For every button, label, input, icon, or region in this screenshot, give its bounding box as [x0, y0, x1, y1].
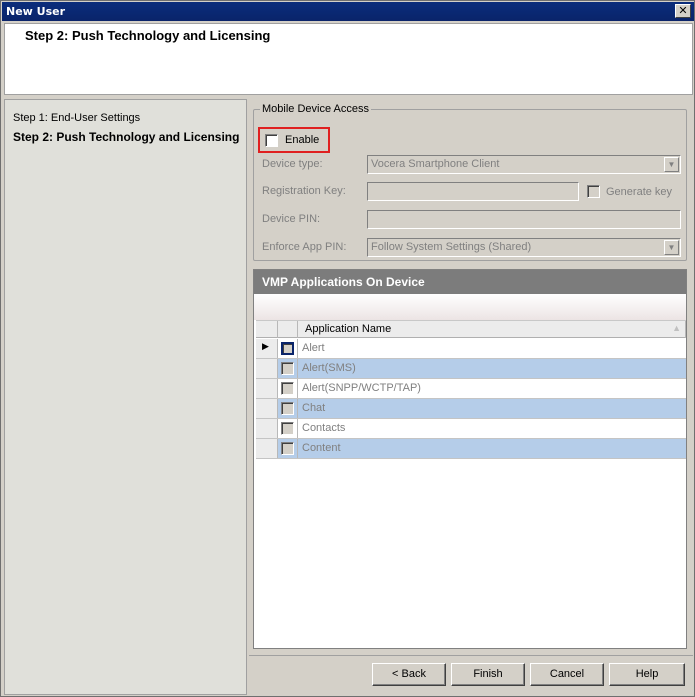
button-bar: < Back Finish Cancel Help — [249, 655, 693, 695]
row-checkbox[interactable] — [281, 342, 294, 355]
grid-header: Application Name ▲ — [256, 320, 686, 338]
title-bar: New User ✕ — [2, 2, 694, 21]
enforce-pin-value: Follow System Settings (Shared) — [371, 241, 532, 253]
grid-band — [254, 294, 686, 320]
application-name: Alert — [302, 342, 325, 354]
grid-caption: VMP Applications On Device — [254, 270, 686, 294]
new-user-dialog: New User ✕ Step 2: Push Technology and L… — [0, 0, 695, 697]
mobile-device-access-group: Mobile Device Access Enable Device type:… — [253, 103, 687, 261]
table-row[interactable]: Alert(SMS) — [256, 359, 686, 379]
table-row[interactable]: Content — [256, 439, 686, 459]
registration-key-input[interactable] — [367, 182, 579, 201]
row-checkbox-cell[interactable] — [278, 359, 298, 378]
row-checkbox[interactable] — [281, 362, 294, 375]
cancel-button[interactable]: Cancel — [530, 663, 604, 686]
back-button[interactable]: < Back — [372, 663, 446, 686]
row-checkbox-cell[interactable] — [278, 399, 298, 418]
header-panel: Step 2: Push Technology and Licensing — [4, 23, 693, 95]
device-type-value: Vocera Smartphone Client — [371, 158, 500, 170]
row-selector-header — [256, 321, 278, 338]
enforce-pin-label: Enforce App PIN: — [262, 241, 347, 253]
row-selector[interactable] — [256, 379, 278, 398]
window-title: New User — [6, 5, 66, 18]
row-checkbox[interactable] — [281, 422, 294, 435]
table-row[interactable]: Alert(SNPP/WCTP/TAP) — [256, 379, 686, 399]
application-name: Contacts — [302, 422, 346, 434]
enable-checkbox[interactable] — [265, 134, 278, 147]
row-checkbox-cell[interactable] — [278, 339, 298, 358]
row-selector[interactable]: ▶ — [256, 339, 278, 358]
step-end-user-settings[interactable]: Step 1: End-User Settings — [13, 112, 140, 124]
application-name: Alert(SMS) — [298, 359, 686, 378]
row-selector[interactable] — [256, 439, 278, 458]
chevron-down-icon[interactable]: ▼ — [664, 157, 679, 172]
help-button[interactable]: Help — [609, 663, 685, 686]
row-checkbox[interactable] — [281, 402, 294, 415]
steps-panel: Step 1: End-User Settings Step 2: Push T… — [4, 99, 247, 695]
column-header-label: Application Name — [305, 323, 392, 335]
row-checkbox-cell[interactable] — [278, 419, 298, 438]
content-area: Mobile Device Access Enable Device type:… — [249, 99, 693, 695]
application-name: Chat — [298, 399, 686, 418]
device-pin-input[interactable] — [367, 210, 681, 229]
step-push-technology[interactable]: Step 2: Push Technology and Licensing — [13, 130, 239, 144]
close-button[interactable]: ✕ — [675, 4, 691, 18]
generate-key-label: Generate key — [606, 186, 673, 198]
row-checkbox[interactable] — [281, 382, 294, 395]
enable-label[interactable]: Enable — [285, 134, 319, 146]
row-checkbox-cell[interactable] — [278, 439, 298, 458]
row-selector[interactable] — [256, 399, 278, 418]
table-row[interactable]: ▶ Alert — [256, 339, 686, 359]
column-header-application-name[interactable]: Application Name ▲ — [298, 321, 686, 338]
application-name: Alert(SNPP/WCTP/TAP) — [302, 382, 421, 394]
row-selector[interactable] — [256, 359, 278, 378]
table-row[interactable]: Contacts — [256, 419, 686, 439]
generate-key-checkbox[interactable] — [587, 185, 600, 198]
application-name: Content — [298, 439, 686, 458]
checkbox-header — [278, 321, 298, 338]
device-type-label: Device type: — [262, 158, 323, 170]
page-title: Step 2: Push Technology and Licensing — [25, 28, 271, 43]
vmp-applications-grid: VMP Applications On Device Application N… — [253, 269, 687, 649]
row-checkbox[interactable] — [281, 442, 294, 455]
current-row-icon: ▶ — [262, 342, 269, 352]
enable-highlight: Enable — [258, 127, 330, 153]
registration-key-label: Registration Key: — [262, 185, 346, 197]
row-selector[interactable] — [256, 419, 278, 438]
finish-button[interactable]: Finish — [451, 663, 525, 686]
device-pin-label: Device PIN: — [262, 213, 321, 225]
group-legend: Mobile Device Access — [262, 103, 369, 115]
sort-ascending-icon: ▲ — [672, 323, 681, 333]
row-checkbox-cell[interactable] — [278, 379, 298, 398]
chevron-down-icon[interactable]: ▼ — [664, 240, 679, 255]
device-type-select[interactable]: Vocera Smartphone Client ▼ — [367, 155, 681, 174]
enforce-pin-select[interactable]: Follow System Settings (Shared) ▼ — [367, 238, 681, 257]
table-row[interactable]: Chat — [256, 399, 686, 419]
